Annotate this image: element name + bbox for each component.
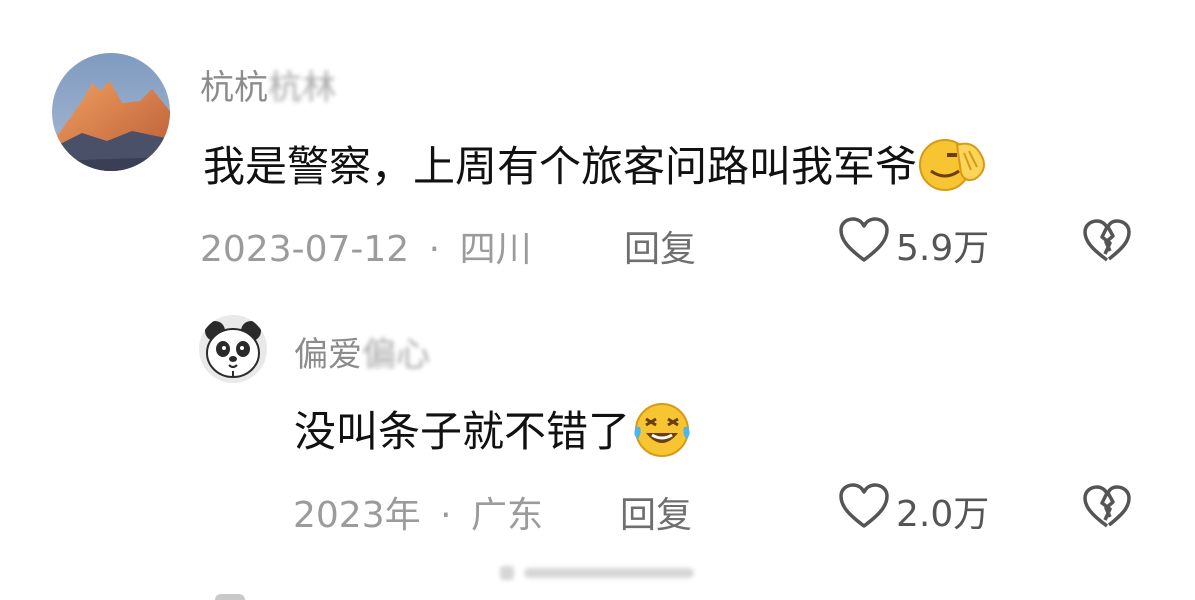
broken-heart-icon: [1082, 484, 1132, 530]
heart-icon: [838, 216, 896, 273]
like-count: 2.0万: [896, 493, 990, 535]
avatar-panda[interactable]: [199, 315, 267, 383]
comment-text: 我是警察，上周有个旅客问路叫我军爷: [203, 133, 989, 203]
reply-button[interactable]: 回复: [620, 486, 692, 538]
collapsed-replies-indicator[interactable]: [500, 562, 700, 582]
meta-separator: ·: [428, 229, 441, 270]
like-button[interactable]: 2.0万: [838, 482, 989, 539]
face-palm-emoji: [917, 137, 989, 203]
like-count: 5.9万: [896, 227, 990, 269]
next-comment-avatar-edge: [215, 594, 245, 600]
like-button[interactable]: 5.9万: [838, 216, 989, 273]
meta-separator: ·: [440, 495, 452, 536]
mountain-avatar-image: [52, 53, 170, 171]
dislike-button[interactable]: [1082, 484, 1132, 530]
reply-meta: 2023年 · 广东: [293, 486, 543, 538]
reply-text: 没叫条子就不错了: [294, 398, 694, 469]
rolling-laughing-emoji: [630, 401, 694, 469]
comment-date: 2023-07-12: [200, 229, 410, 270]
broken-heart-icon: [1082, 218, 1132, 264]
comment-meta: 2023-07-12 · 四川: [200, 220, 532, 272]
reply-date: 2023年: [293, 495, 421, 536]
comment-location: 四川: [459, 229, 532, 270]
reply-username[interactable]: 偏爱偏心: [294, 327, 430, 376]
comment-username[interactable]: 杭杭杭林: [200, 60, 336, 109]
dislike-button[interactable]: [1082, 218, 1132, 264]
heart-icon: [838, 482, 896, 539]
avatar-mountain[interactable]: [52, 53, 170, 171]
reply-location: 广东: [470, 495, 543, 536]
panda-avatar-image: [199, 315, 267, 383]
reply-button[interactable]: 回复: [624, 220, 696, 272]
